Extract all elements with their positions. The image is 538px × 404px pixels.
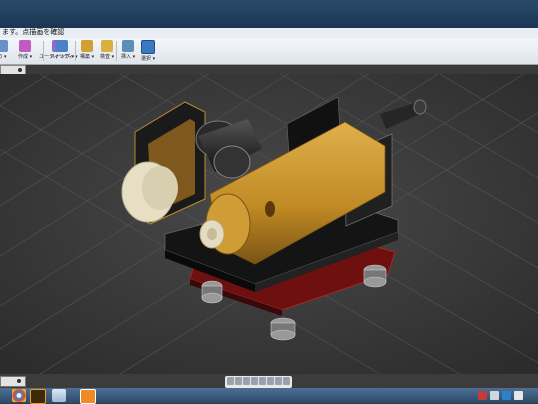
display-settings-icon[interactable] — [267, 377, 274, 385]
ribbon-label: 挿入 ▾ — [121, 54, 136, 60]
ribbon-sketch-button[interactable]: の ▾ — [0, 40, 8, 62]
ribbon-insert-button[interactable]: 挿入 ▾ — [121, 40, 135, 62]
orbit-icon[interactable] — [227, 377, 234, 385]
ribbon-label: 作成 ▾ — [18, 54, 33, 60]
3d-viewport[interactable] — [0, 74, 538, 374]
volume-tray-icon[interactable] — [514, 391, 523, 400]
measure-icon — [101, 40, 114, 52]
sketch-icon — [0, 40, 8, 52]
ribbon-label: 検査 ▾ — [100, 54, 115, 60]
create-solid-icon — [19, 40, 32, 52]
ribbon-inspect-button[interactable]: 検査 ▾ — [100, 40, 114, 62]
insert-image-icon — [122, 40, 135, 52]
grid-settings-icon[interactable] — [275, 377, 282, 385]
system-tray — [478, 389, 538, 402]
comments-panel-toggle[interactable] — [0, 376, 26, 387]
joint-icon — [56, 40, 69, 52]
gallery-taskbar-icon[interactable] — [52, 389, 66, 402]
ribbon-construct-button[interactable]: 構築 ▾ — [80, 40, 94, 62]
viewports-icon[interactable] — [283, 377, 290, 385]
zoom-icon[interactable] — [251, 377, 258, 385]
toolbar-ribbon: の ▾ 作成 ▾ ユーティリティ ▾ スナップ ▾ 構築 ▾ 検査 ▾ 挿入 ▾… — [0, 38, 538, 65]
illustrator-taskbar-icon[interactable] — [30, 389, 46, 404]
language-tray-icon[interactable] — [502, 391, 511, 400]
chrome-taskbar-icon[interactable] — [12, 389, 26, 402]
document-tab-label: ます。点描画を確認 — [2, 28, 65, 36]
fit-icon[interactable] — [259, 377, 266, 385]
ribbon-select-button[interactable]: 選択 ▾ — [141, 40, 155, 62]
collapse-dot-icon — [18, 68, 22, 72]
left-spindle — [199, 219, 225, 249]
construct-plane-icon — [81, 40, 94, 52]
antivirus-tray-icon[interactable] — [478, 391, 487, 400]
titlebar-band — [0, 0, 538, 28]
ribbon-create-button[interactable]: 作成 ▾ — [18, 40, 32, 62]
windows-taskbar — [0, 388, 538, 404]
collapse-dot-icon — [17, 379, 21, 383]
pan-icon[interactable] — [243, 377, 250, 385]
network-tray-icon[interactable] — [490, 391, 499, 400]
ribbon-label: 選択 ▾ — [141, 56, 156, 62]
navigation-toolbar — [225, 376, 292, 388]
select-arrow-icon — [141, 40, 156, 54]
fusion360-taskbar-icon[interactable] — [80, 389, 96, 404]
ribbon-label: スナップ ▾ — [50, 54, 75, 60]
model-canvas — [0, 74, 538, 374]
ribbon-separator — [43, 41, 44, 61]
ribbon-label: の ▾ — [0, 54, 7, 60]
look-at-icon[interactable] — [235, 377, 242, 385]
ribbon-separator — [75, 41, 76, 61]
ribbon-label: 構築 ▾ — [80, 54, 95, 60]
ribbon-assemble-button[interactable]: スナップ ▾ — [50, 40, 74, 62]
ribbon-separator — [116, 41, 117, 61]
